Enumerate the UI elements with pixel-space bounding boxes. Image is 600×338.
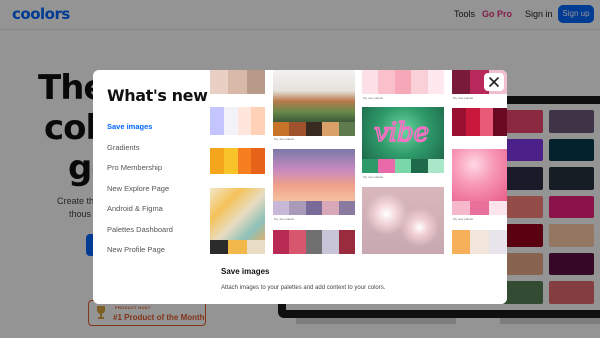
menu-item-new-explore-page[interactable]: New Explore Page	[107, 183, 207, 204]
close-button[interactable]	[484, 73, 504, 91]
palette-caption: My new palette	[274, 217, 295, 221]
footer-title: Save images	[221, 267, 270, 276]
gallery-card[interactable]: My new palette	[273, 70, 356, 141]
gallery-card[interactable]: My new palette	[273, 149, 356, 225]
whats-new-menu: Save images Gradients Pro Membership New…	[107, 121, 207, 265]
gallery-card[interactable]	[210, 70, 265, 102]
gallery-card[interactable]: My new palette	[452, 149, 507, 225]
gallery-card[interactable]: My new palette	[362, 70, 445, 102]
menu-item-android-figma[interactable]: Android & Figma	[107, 203, 207, 224]
menu-item-new-profile-page[interactable]: New Profile Page	[107, 244, 207, 265]
gallery-card[interactable]: vibe My new palette	[362, 107, 445, 179]
menu-item-gradients[interactable]: Gradients	[107, 142, 207, 163]
gallery-card[interactable]	[210, 148, 265, 176]
gallery-card[interactable]	[210, 188, 265, 254]
palette-caption: My new palette	[363, 96, 384, 100]
close-icon	[489, 77, 499, 87]
vibe-neon-sign: vibe	[373, 117, 430, 149]
palette-caption: My new palette	[453, 96, 474, 100]
menu-item-pro-membership[interactable]: Pro Membership	[107, 162, 207, 183]
footer-description: Attach images to your palettes and add c…	[221, 285, 386, 291]
palette-gallery: My new palette My new palette My new pal…	[210, 70, 507, 254]
modal-footer: Save images Attach images to your palett…	[210, 254, 507, 304]
gallery-card[interactable]	[362, 187, 444, 254]
menu-item-save-images[interactable]: Save images	[107, 121, 207, 142]
whats-new-modal: What's new Save images Gradients Pro Mem…	[93, 70, 507, 304]
gallery-card[interactable]	[210, 107, 265, 137]
gallery-card[interactable]	[452, 108, 507, 141]
palette-caption: My new palette	[274, 137, 295, 141]
gallery-card[interactable]	[273, 230, 356, 254]
gallery-card[interactable]	[452, 230, 507, 254]
modal-title: What's new	[107, 86, 208, 105]
palette-caption: My new palette	[453, 217, 474, 221]
svg-text:vibe: vibe	[374, 118, 429, 148]
menu-item-palettes-dashboard[interactable]: Palettes Dashboard	[107, 224, 207, 245]
palette-caption: My new palette	[363, 175, 384, 179]
